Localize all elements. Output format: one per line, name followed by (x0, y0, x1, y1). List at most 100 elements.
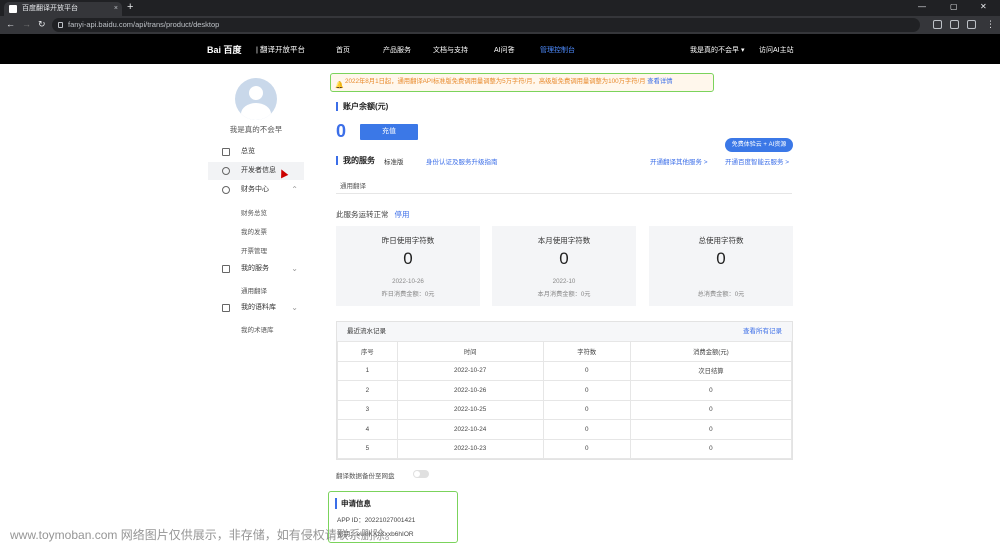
tab-general-translate[interactable]: 通用翻译 (340, 180, 366, 190)
table-cell: 2 (337, 380, 398, 401)
table-cell: 0 (542, 399, 631, 420)
table-cell: 2022-10-24 (396, 419, 544, 440)
table-cell: 0 (542, 380, 631, 401)
table-header-row: 序号 时间 字符数 消费金额(元) (337, 341, 793, 362)
recharge-button[interactable]: 充值 (360, 124, 418, 140)
sidebar-sub-invoices[interactable]: 我的发票 (241, 226, 267, 236)
table-cell: 0 (542, 438, 631, 459)
notice-banner: 🔔 2022年8月1日起，通用翻译API标准版免费调用量调整为5万字符/月，高级… (330, 73, 714, 92)
card-date: 2022-10-26 (392, 278, 424, 285)
maximize-icon[interactable]: ▢ (950, 2, 958, 11)
table-cell: 0 (542, 419, 631, 440)
sidebar-item-label: 我的服务 (241, 265, 269, 272)
table-cell: 5 (337, 438, 398, 459)
share-icon[interactable] (933, 20, 942, 29)
sidebar-item-label: 财务中心 (241, 186, 269, 193)
nav-docs[interactable]: 文档与支持 (433, 45, 468, 55)
sidebar-item-services[interactable]: 我的服务 ⌄ (208, 260, 304, 278)
sidebar-item-label: 总览 (241, 148, 255, 155)
stop-service-link[interactable]: 停用 (395, 210, 410, 219)
sidebar-sub-finance-overview[interactable]: 财务总览 (241, 207, 267, 217)
services-title: 我的服务 (336, 156, 375, 165)
upgrade-guide-link[interactable]: 身份认证及服务升级指南 (426, 156, 498, 166)
chevron-down-icon: ⌄ (291, 303, 298, 312)
app-id: APP ID：20221027001421 (337, 517, 416, 524)
table-cell: 0 (629, 438, 793, 459)
promo-button[interactable]: 免费体验云 + AI资源 (725, 138, 793, 152)
notice-details-link[interactable]: 查看详情 (647, 78, 672, 85)
sidebar-item-finance[interactable]: 财务中心 ⌃ (208, 181, 304, 199)
window-close-icon[interactable]: ✕ (980, 2, 987, 11)
table-row: 1 2022-10-27 0 次日结算 (337, 360, 793, 381)
table-cell: 4 (337, 419, 398, 440)
divider (336, 193, 792, 194)
profile-icon[interactable] (967, 20, 976, 29)
minimize-icon[interactable]: — (918, 2, 926, 11)
chevron-down-icon: ⌄ (291, 264, 298, 273)
browser-tab[interactable]: 百度翻译开放平台 × (4, 2, 122, 16)
view-all-records-link[interactable]: 查看所有记录 (743, 322, 782, 341)
column-header: 消费金额(元) (629, 341, 793, 362)
nav-home[interactable]: 首页 (336, 45, 350, 55)
star-icon[interactable] (950, 20, 959, 29)
sidebar-item-corpus[interactable]: 我的语料库 ⌄ (208, 299, 304, 317)
back-icon[interactable]: ← (6, 19, 15, 29)
top-navigation: Bai 百度 | 翻译开放平台 首页 产品服务 文档与支持 AI问答 管理控制台… (0, 34, 1000, 64)
nav-ai-qa[interactable]: AI问答 (494, 45, 515, 55)
baidu-logo[interactable]: Bai 百度 (207, 43, 242, 56)
sidebar-sub-glossary[interactable]: 我的术语库 (241, 324, 274, 334)
username: 我是真的不会早 (229, 125, 283, 134)
document-icon (222, 265, 230, 273)
card-money: 总消费金额：0元 (697, 291, 745, 298)
toggle-knob (414, 471, 420, 477)
table-row: 3 2022-10-25 0 0 (337, 399, 793, 420)
table-row: 2 2022-10-26 0 0 (337, 380, 793, 401)
records-table: 序号 时间 字符数 消费金额(元) 1 2022-10-27 0 次日结算 2 2022… (337, 341, 793, 459)
new-tab-button[interactable]: + (127, 1, 133, 13)
sidebar-sub-general-translate[interactable]: 通用翻译 (241, 285, 267, 295)
platform-name: | 翻译开放平台 (256, 45, 306, 54)
url-text: fanyi-api.baidu.com/api/trans/product/de… (68, 20, 220, 29)
card-money: 昨日消费金额：0元 (381, 291, 435, 298)
ai-site-link[interactable]: 访问AI主站 (759, 45, 794, 55)
nav-products[interactable]: 产品服务 (383, 45, 411, 55)
card-value: 0 (716, 249, 726, 268)
usage-card-total: 总使用字符数 0 总消费金额：0元 (649, 226, 793, 306)
service-status: 此服务运转正常 停用 (336, 209, 410, 220)
card-title: 昨日使用字符数 (381, 236, 435, 245)
table-cell: 2022-10-27 (396, 360, 544, 381)
account-title: 账户余额(元) (336, 102, 388, 111)
sidebar-sub-invoice-manage[interactable]: 开票管理 (241, 245, 267, 255)
reload-icon[interactable]: ↻ (38, 19, 46, 30)
usage-card-yesterday: 昨日使用字符数 0 2022-10-26 昨日消费金额：0元 (336, 226, 480, 306)
backup-label: 翻译数据备份至网盘 (336, 473, 395, 480)
table-cell: 0 (629, 380, 793, 401)
forward-icon[interactable]: → (22, 19, 31, 29)
avatar (235, 78, 277, 120)
sidebar-item-label: 开发者信息 (241, 167, 276, 174)
url-field[interactable]: fanyi-api.baidu.com/api/trans/product/de… (52, 18, 920, 32)
column-header: 序号 (337, 341, 398, 362)
user-menu[interactable]: 我是真的不会早 ▾ (690, 45, 744, 55)
avatar-body (241, 103, 271, 120)
sidebar-item-overview[interactable]: 总览 (208, 143, 304, 161)
coin-icon (222, 186, 230, 194)
table-cell: 0 (542, 360, 631, 381)
column-header: 字符数 (542, 341, 631, 362)
table-cell: 次日结算 (629, 360, 793, 381)
open-other-services-link[interactable]: 开通翻译其他服务 > (650, 156, 708, 166)
notice-text: 2022年8月1日起，通用翻译API标准版免费调用量调整为5万字符/月，高级版免… (345, 78, 646, 85)
recent-records: 最近流水记录 查看所有记录 序号 时间 字符数 消费金额(元) 1 2022-10… (336, 321, 793, 460)
nav-console[interactable]: 管理控制台 (540, 45, 575, 55)
card-date: 2022-10 (552, 278, 576, 285)
close-icon[interactable]: × (114, 2, 118, 16)
menu-icon[interactable]: ⋮ (986, 19, 995, 30)
backup-toggle[interactable] (413, 470, 429, 478)
edition-select[interactable]: 标准版 (384, 156, 404, 166)
user-icon (222, 167, 230, 175)
table-cell: 0 (629, 419, 793, 440)
sidebar-item-developer[interactable]: 开发者信息 (208, 162, 304, 180)
open-cloud-services-link[interactable]: 开通百度智能云服务 > (725, 156, 789, 166)
application-title: 申请信息 (335, 498, 371, 509)
bell-icon: 🔔 (335, 82, 344, 89)
